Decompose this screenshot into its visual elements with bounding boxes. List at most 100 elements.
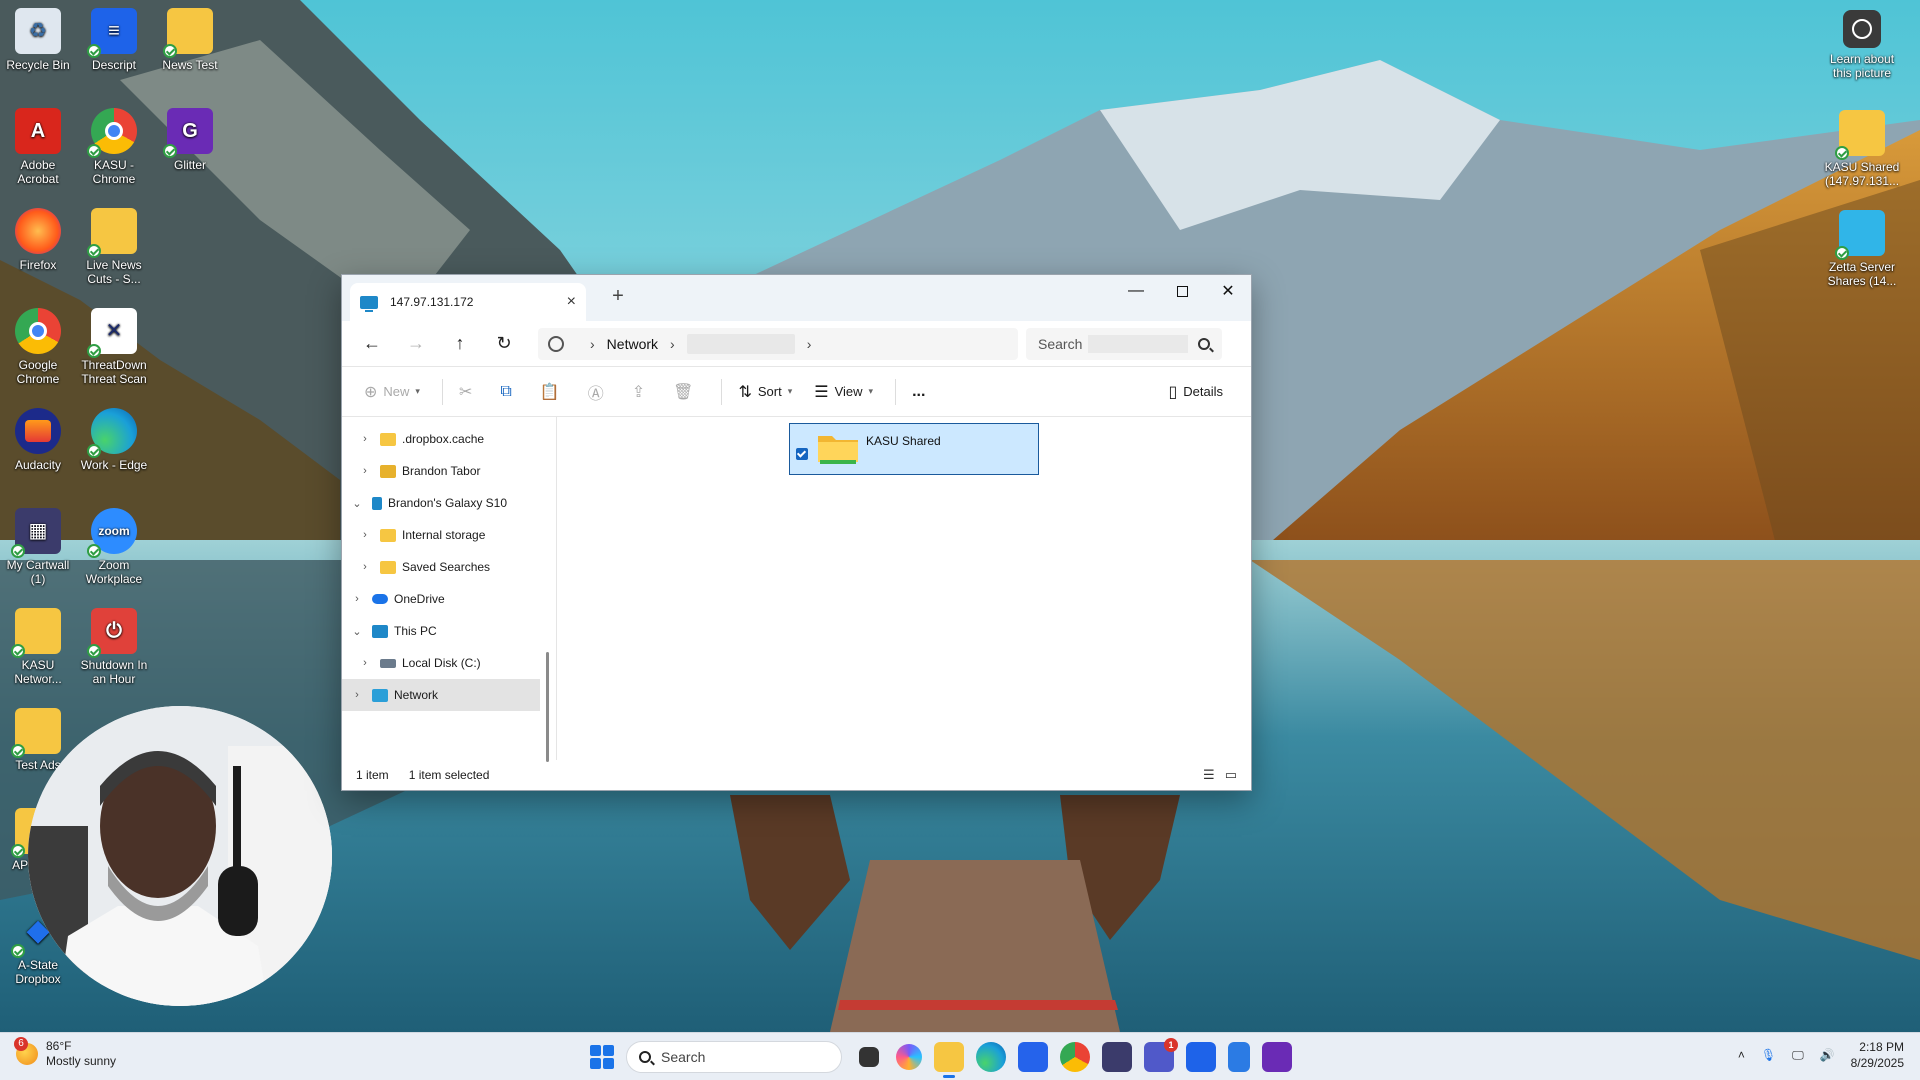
- taskbar-search[interactable]: Search: [626, 1041, 842, 1073]
- maximize-button[interactable]: [1159, 275, 1205, 307]
- nav-item-network[interactable]: › Network: [342, 679, 540, 711]
- selection-checkbox[interactable]: [796, 448, 808, 460]
- weather-widget[interactable]: 6 86°F Mostly sunny: [14, 1037, 116, 1069]
- view-button[interactable]: ☰ View ▾: [806, 376, 881, 408]
- address-bar[interactable]: › Network › ›: [538, 327, 1018, 360]
- minimize-button[interactable]: —: [1113, 275, 1159, 307]
- desktop-icon-zoom[interactable]: zoom Zoom Workplace: [76, 508, 152, 586]
- copilot-icon[interactable]: [896, 1044, 922, 1070]
- desktop-icon-live-news-cuts[interactable]: Live News Cuts - S...: [76, 208, 152, 286]
- desktop-icon-shutdown[interactable]: ⏻ Shutdown In an Hour: [76, 608, 152, 686]
- details-view-icon[interactable]: ☰: [1203, 767, 1215, 783]
- chevron-right-icon[interactable]: ›: [358, 561, 372, 573]
- nav-item-dropbox-cache[interactable]: › .dropbox.cache: [342, 423, 540, 455]
- sort-button[interactable]: ⇅ Sort ▾: [730, 376, 800, 408]
- task-view-button[interactable]: [859, 1047, 879, 1067]
- nav-item-onedrive[interactable]: › OneDrive: [342, 583, 540, 615]
- nav-item-local-disk[interactable]: › Local Disk (C:): [342, 647, 540, 679]
- edge-taskbar-icon[interactable]: [976, 1042, 1006, 1072]
- forward-button[interactable]: →: [394, 328, 438, 360]
- desktop-icon-firefox[interactable]: Firefox: [0, 208, 76, 272]
- refresh-button[interactable]: ↻: [482, 328, 526, 360]
- file-item-kasu-shared[interactable]: KASU Shared: [789, 423, 1039, 475]
- nav-item-internal-storage[interactable]: › Internal storage: [342, 519, 540, 551]
- chevron-right-icon[interactable]: ›: [358, 529, 372, 541]
- chevron-down-icon[interactable]: ⌄: [350, 497, 364, 510]
- close-tab-icon[interactable]: ×: [567, 293, 576, 311]
- back-button[interactable]: ←: [350, 328, 394, 360]
- desktop-icon-recycle-bin[interactable]: ♻ Recycle Bin: [0, 8, 76, 72]
- new-button[interactable]: ⊕ New ▾: [356, 376, 428, 408]
- new-tab-button[interactable]: +: [604, 285, 632, 308]
- delete-button[interactable]: 🗑: [665, 376, 707, 408]
- desktop-icon-glitter[interactable]: G Glitter: [152, 108, 228, 172]
- desktop-icon-adobe-acrobat[interactable]: A Adobe Acrobat: [0, 108, 76, 186]
- clock-time: 2:18 PM: [1859, 1040, 1904, 1054]
- nav-item-brandon-tabor[interactable]: › Brandon Tabor: [342, 455, 540, 487]
- desktop-icon-descript[interactable]: ≡ Descript: [76, 8, 152, 72]
- desktop-icon-work-edge[interactable]: Work - Edge: [76, 408, 152, 472]
- weather-text: 86°F Mostly sunny: [46, 1039, 116, 1069]
- notification-badge: 6: [14, 1037, 28, 1051]
- sync-status-icon: [11, 944, 25, 958]
- desktop-icon-google-chrome[interactable]: Google Chrome: [0, 308, 76, 386]
- chevron-right-icon[interactable]: ›: [350, 689, 364, 701]
- network-status-icon[interactable]: 🖵: [1792, 1048, 1804, 1063]
- desktop-icon-news-test[interactable]: News Test: [152, 8, 228, 72]
- chevron-right-icon[interactable]: ›: [358, 465, 372, 477]
- microphone-icon[interactable]: 🎙: [1761, 1048, 1776, 1062]
- descript-icon: ≡: [87, 8, 137, 58]
- search-placeholder: Search: [1038, 335, 1083, 352]
- search-box[interactable]: Search: [1026, 327, 1222, 360]
- desktop-icon-kasu-shared[interactable]: KASU Shared (147.97.131...: [1822, 110, 1902, 188]
- cut-button[interactable]: ✂: [451, 376, 486, 408]
- tab-network-location[interactable]: 147.97.131.172 ×: [350, 283, 586, 321]
- breadcrumb-network[interactable]: Network: [607, 336, 658, 352]
- nav-item-galaxy-s10[interactable]: ⌄ Brandon's Galaxy S10: [342, 487, 540, 519]
- rename-button[interactable]: Ⓐ: [580, 376, 618, 408]
- desktop-icon-label: Adobe Acrobat: [17, 158, 59, 186]
- cartwall-taskbar-icon[interactable]: [1102, 1042, 1132, 1072]
- desktop-icon-threatdown[interactable]: ✕ ThreatDown Threat Scan: [76, 308, 152, 386]
- chrome-taskbar-icon[interactable]: [1060, 1042, 1090, 1072]
- clock[interactable]: 2:18 PM 8/29/2025: [1851, 1039, 1904, 1071]
- descript-taskbar-icon[interactable]: [1186, 1042, 1216, 1072]
- chevron-right-icon[interactable]: ›: [358, 433, 372, 445]
- nav-pane-scrollbar[interactable]: [546, 652, 549, 762]
- more-options-button[interactable]: ...: [904, 376, 933, 408]
- desktop-icon-learn-about-picture[interactable]: Learn about this picture: [1822, 10, 1902, 80]
- explorer-body: › .dropbox.cache › Brandon Tabor ⌄ Brand…: [342, 417, 1251, 762]
- zoom-icon: zoom: [87, 508, 137, 558]
- nav-item-saved-searches[interactable]: › Saved Searches: [342, 551, 540, 583]
- store-taskbar-icon[interactable]: [1018, 1042, 1048, 1072]
- chevron-right-icon[interactable]: ›: [350, 593, 364, 605]
- breadcrumb-redacted[interactable]: [686, 333, 795, 354]
- chevron-down-icon[interactable]: ⌄: [350, 625, 364, 638]
- close-window-button[interactable]: ✕: [1205, 275, 1251, 307]
- desktop-icon-kasu-chrome[interactable]: KASU - Chrome: [76, 108, 152, 186]
- sync-status-icon: [87, 544, 101, 558]
- nav-item-label: .dropbox.cache: [402, 432, 485, 446]
- up-button[interactable]: ↑: [438, 328, 482, 360]
- notepad-taskbar-icon[interactable]: [1228, 1042, 1250, 1072]
- teams-taskbar-icon[interactable]: 1: [1144, 1038, 1178, 1072]
- chevron-right-icon[interactable]: ›: [358, 657, 372, 669]
- share-button[interactable]: ⇪: [624, 376, 659, 408]
- chevron-up-icon[interactable]: ˄: [1738, 1048, 1745, 1062]
- desktop-icon-my-cartwall[interactable]: ▦ My Cartwall (1): [0, 508, 76, 586]
- desktop-icon-audacity[interactable]: Audacity: [0, 408, 76, 472]
- start-button[interactable]: [590, 1045, 614, 1069]
- glitter-taskbar-icon[interactable]: [1262, 1042, 1292, 1072]
- file-explorer-taskbar-icon[interactable]: [934, 1042, 964, 1078]
- nav-item-this-pc[interactable]: ⌄ This PC: [342, 615, 540, 647]
- details-pane-button[interactable]: ▯ Details: [1160, 376, 1231, 408]
- folder-icon: [380, 560, 396, 574]
- desktop-icon-label: Work - Edge: [80, 458, 148, 472]
- paste-button[interactable]: 📋: [532, 376, 574, 408]
- sync-status-icon: [163, 144, 177, 158]
- desktop-icon-kasu-network[interactable]: KASU Networ...: [0, 608, 76, 686]
- tiles-view-icon[interactable]: ▭: [1225, 767, 1237, 783]
- desktop-icon-zetta-server[interactable]: Zetta Server Shares (14...: [1822, 210, 1902, 288]
- volume-icon[interactable]: 🔊: [1820, 1048, 1835, 1062]
- copy-button[interactable]: ⧉: [492, 376, 525, 408]
